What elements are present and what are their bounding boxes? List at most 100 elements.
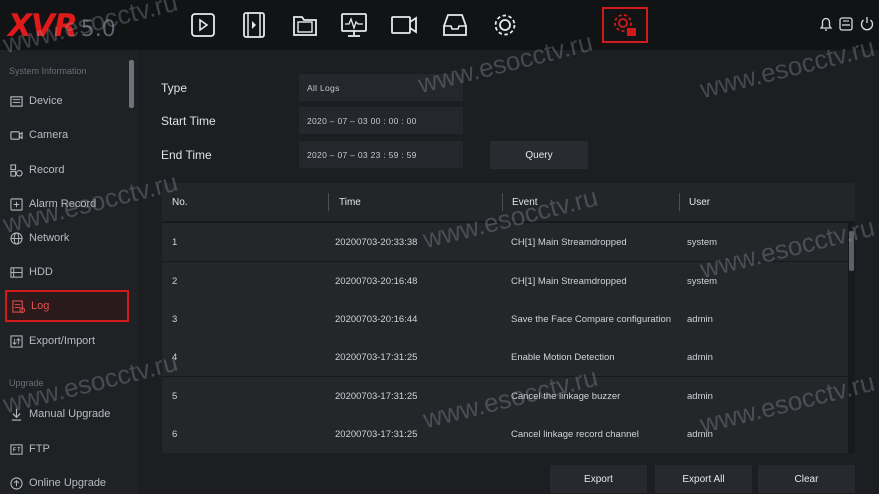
sidebar-item-label: Device xyxy=(29,95,63,107)
export-button[interactable]: Export xyxy=(550,465,647,493)
sidebar-item-label: Alarm Record xyxy=(29,198,97,210)
table-scroll-thumb[interactable] xyxy=(849,231,854,271)
sidebar-item-record[interactable]: Record xyxy=(5,154,129,186)
cell-event: Enable Motion Detection xyxy=(511,351,615,363)
column-separator xyxy=(679,193,680,211)
cell-time: 20200703-17:31:25 xyxy=(335,390,418,402)
logo-version: 5.0 xyxy=(80,17,116,42)
cell-no: 5 xyxy=(172,390,178,402)
cell-event: Cancel the linkage buzzer xyxy=(511,390,621,402)
sidebar-item-log[interactable]: Log xyxy=(5,290,129,322)
sidebar-item-device[interactable]: Device xyxy=(5,85,129,117)
sidebar-item-alarm-record[interactable]: Alarm Record xyxy=(5,188,129,220)
table-scrollbar[interactable] xyxy=(848,221,855,453)
query-button[interactable]: Query xyxy=(490,141,588,169)
storage-tray-icon[interactable] xyxy=(435,9,475,41)
sidebar-item-export-import[interactable]: Export/Import xyxy=(5,325,129,357)
cell-event: Save the Face Compare configuration xyxy=(511,313,672,325)
logo: XVR 5.0 xyxy=(8,8,116,44)
section-upgrade: Upgrade xyxy=(9,378,44,388)
logo-brand: XVR xyxy=(8,8,78,44)
cell-time: 20200703-20:33:38 xyxy=(335,236,418,248)
top-bar: XVR 5.0 xyxy=(0,0,879,50)
alarm-icon xyxy=(9,197,23,211)
sidebar-item-label: HDD xyxy=(29,266,53,278)
bell-icon[interactable] xyxy=(817,15,839,37)
cell-time: 20200703-20:16:48 xyxy=(335,275,418,287)
lock-screen-icon[interactable] xyxy=(837,15,859,37)
power-icon[interactable] xyxy=(858,15,879,37)
sidebar-scrollbar[interactable] xyxy=(129,60,134,108)
sidebar-item-camera[interactable]: Camera xyxy=(5,119,129,151)
column-separator xyxy=(502,193,503,211)
sidebar-item-manual-upgrade[interactable]: Manual Upgrade xyxy=(5,398,129,430)
table-row[interactable]: 1 20200703-20:33:38 CH[1] Main Streamdro… xyxy=(162,223,848,261)
sidebar-item-label: Network xyxy=(29,232,70,244)
manual-upgrade-icon xyxy=(9,407,23,421)
cell-user: admin xyxy=(687,351,713,363)
cell-no: 2 xyxy=(172,275,178,287)
section-system-information: System Information xyxy=(9,66,87,76)
cell-time: 20200703-20:16:44 xyxy=(335,313,418,325)
folder-icon[interactable] xyxy=(285,9,325,41)
cell-no: 1 xyxy=(172,236,178,248)
cell-event: CH[1] Main Streamdropped xyxy=(511,275,627,287)
network-globe-icon xyxy=(9,231,23,245)
start-time-label: Start Time xyxy=(161,114,216,128)
cell-no: 4 xyxy=(172,351,178,363)
hdd-icon xyxy=(9,265,23,279)
sidebar-item-label: Manual Upgrade xyxy=(29,408,111,420)
cell-user: system xyxy=(687,275,718,287)
ftp-icon xyxy=(9,442,23,456)
table-header: No. Time Event User xyxy=(162,183,855,221)
sidebar-item-label: Log xyxy=(31,300,50,312)
log-icon xyxy=(11,299,25,313)
end-time-field[interactable]: 2020 – 07 – 03 23 : 59 : 59 xyxy=(299,141,463,168)
xvr-log-screen: XVR 5.0 System Information Device Camera… xyxy=(0,0,879,494)
video-film-icon[interactable] xyxy=(234,9,274,41)
sidebar-item-label: Online Upgrade xyxy=(29,477,107,489)
maintenance-gear-icon[interactable] xyxy=(602,7,648,43)
cell-user: admin xyxy=(687,390,713,402)
cell-time: 20200703-17:31:25 xyxy=(335,428,418,440)
camera-small-icon xyxy=(9,128,23,142)
log-table: No. Time Event User 1 20200703-20:33:38 … xyxy=(162,183,855,453)
cell-no: 3 xyxy=(172,313,178,325)
cell-user: admin xyxy=(687,428,713,440)
online-upgrade-icon xyxy=(9,476,23,490)
sidebar-item-hdd[interactable]: HDD xyxy=(5,256,129,288)
column-no: No. xyxy=(172,196,188,208)
device-icon xyxy=(9,94,23,108)
end-time-label: End Time xyxy=(161,148,212,162)
table-row[interactable]: 6 20200703-17:31:25 Cancel linkage recor… xyxy=(162,415,848,453)
table-row[interactable]: 2 20200703-20:16:48 CH[1] Main Streamdro… xyxy=(162,262,848,300)
sidebar: System Information Device Camera Record … xyxy=(0,50,138,494)
main-panel: Type All Logs Start Time 2020 – 07 – 03 … xyxy=(138,50,879,494)
sidebar-item-online-upgrade[interactable]: Online Upgrade xyxy=(5,467,129,494)
table-row[interactable]: 4 20200703-17:31:25 Enable Motion Detect… xyxy=(162,338,848,376)
monitor-icon[interactable] xyxy=(334,9,374,41)
sidebar-item-ftp[interactable]: FTP xyxy=(5,433,129,465)
type-label: Type xyxy=(161,81,188,95)
export-all-button[interactable]: Export All xyxy=(655,465,752,493)
cell-event: CH[1] Main Streamdropped xyxy=(511,236,627,248)
cell-time: 20200703-17:31:25 xyxy=(335,351,418,363)
column-user: User xyxy=(689,196,711,208)
cell-event: Cancel linkage record channel xyxy=(511,428,639,440)
record-icon xyxy=(9,163,23,177)
gear-icon[interactable] xyxy=(485,9,525,41)
export-import-icon xyxy=(9,334,23,348)
table-row[interactable]: 5 20200703-17:31:25 Cancel the linkage b… xyxy=(162,377,848,415)
camera-icon[interactable] xyxy=(384,9,424,41)
sidebar-item-label: Camera xyxy=(29,129,69,141)
start-time-field[interactable]: 2020 – 07 – 03 00 : 00 : 00 xyxy=(299,107,463,134)
column-time: Time xyxy=(339,196,361,208)
sidebar-item-network[interactable]: Network xyxy=(5,222,129,254)
playback-icon[interactable] xyxy=(183,9,223,41)
cell-user: admin xyxy=(687,313,713,325)
column-event: Event xyxy=(512,196,538,208)
table-row[interactable]: 3 20200703-20:16:44 Save the Face Compar… xyxy=(162,300,848,338)
clear-button[interactable]: Clear xyxy=(758,465,855,493)
type-select[interactable]: All Logs xyxy=(299,74,463,101)
sidebar-item-label: Record xyxy=(29,164,65,176)
